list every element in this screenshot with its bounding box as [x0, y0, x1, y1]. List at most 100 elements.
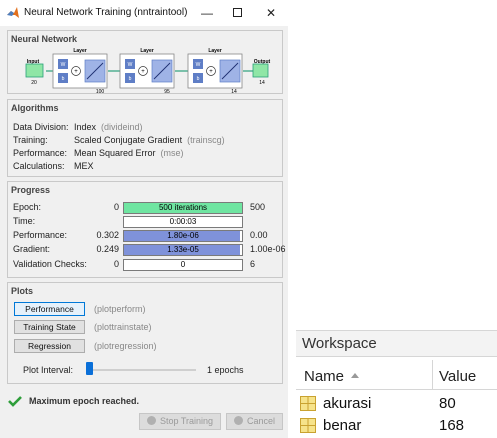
status-message: Maximum epoch reached. — [29, 396, 140, 406]
progress-bar: 0 — [123, 259, 243, 271]
progress-start-value: 0 — [113, 259, 119, 269]
plot-interval-label: Plot Interval: — [23, 365, 74, 375]
algorithm-function: (trainscg) — [187, 135, 225, 145]
workspace-row-benar[interactable]: benar 168 — [296, 415, 497, 436]
progress-label: Time: — [13, 216, 36, 226]
progress-bar: 1.33e-05 — [123, 244, 243, 256]
minimize-button[interactable]: — — [196, 3, 218, 23]
workspace-title: Workspace — [302, 335, 377, 352]
progress-current-value: 500 iterations — [158, 203, 208, 212]
layer-2: Layer W b + 95 — [119, 48, 175, 95]
algorithm-label: Performance: — [13, 148, 68, 158]
algorithm-label: Training: — [13, 135, 48, 145]
variable-name: benar — [323, 417, 362, 434]
progress-row-epoch: Epoch: 0 500 iterations 500 — [13, 202, 281, 214]
plot-regression-button[interactable]: Regression — [14, 339, 85, 353]
column-header-name[interactable]: Name — [304, 368, 344, 385]
progress-current-value: 1.80e-06 — [167, 231, 199, 240]
layer-2-label: Layer — [140, 48, 153, 54]
layer-2-sum: + — [141, 69, 145, 75]
maximize-icon — [232, 8, 242, 17]
layer-1-weight: W — [61, 62, 66, 68]
layer-2-bias: b — [129, 76, 132, 82]
plot-performance-function: (plotperform) — [94, 304, 146, 314]
progress-end-value: 0.00 — [250, 230, 268, 240]
plots-panel: Plots Performance (plotperform) Training… — [7, 282, 283, 384]
layer-3: Layer W b + 14 — [187, 48, 243, 95]
progress-label: Epoch: — [13, 202, 42, 212]
output-node: Output 14 — [252, 59, 271, 86]
progress-start-value: 0.249 — [96, 244, 119, 254]
cancel-label: Cancel — [247, 416, 276, 426]
sort-ascending-icon[interactable] — [351, 373, 359, 378]
input-node: Input 20 — [25, 59, 44, 86]
progress-label: Validation Checks: — [13, 259, 87, 269]
nntraintool-window: Neural Network Training (nntraintool) — … — [0, 0, 288, 438]
maximize-button[interactable] — [226, 3, 248, 23]
variable-array-icon — [300, 418, 316, 433]
plot-regression-function: (plotregression) — [94, 341, 157, 351]
algorithm-value: Scaled Conjugate Gradient (trainscg) — [74, 135, 225, 145]
column-header-value[interactable]: Value — [439, 368, 476, 385]
variable-array-icon — [300, 396, 316, 411]
progress-panel: Progress Epoch: 0 500 iterations 500 Time: 0:… — [7, 181, 286, 278]
progress-current-value: 1.33e-05 — [167, 245, 199, 254]
progress-label: Gradient: — [13, 244, 51, 254]
stop-training-button[interactable]: Stop Training — [139, 413, 221, 430]
algorithm-value-text: Index — [74, 122, 97, 132]
checkmark-icon — [8, 396, 22, 407]
layer-3-sum: + — [209, 69, 213, 75]
plot-interval-slider-track[interactable] — [86, 369, 196, 371]
layer-3-label: Layer — [208, 48, 221, 54]
progress-row-validation-checks: Validation Checks: 0 0 6 — [13, 259, 281, 271]
algorithms-title: Algorithms — [11, 103, 59, 113]
plot-interval-value: 1 epochs — [207, 365, 244, 375]
layer-1-sum: + — [74, 69, 78, 75]
algorithms-panel: Algorithms Data Division: Index (dividein… — [7, 99, 283, 177]
layer-1: Layer W b + 100 — [52, 48, 108, 95]
algorithm-value-text: Scaled Conjugate Gradient — [74, 135, 183, 145]
variable-name: akurasi — [323, 395, 372, 412]
workspace-header: Workspace — [296, 330, 497, 357]
algorithm-function: (mse) — [160, 148, 184, 158]
progress-current-value: 0:00:03 — [169, 217, 197, 226]
variable-value: 80 — [439, 395, 456, 412]
algorithm-value-text: MEX — [74, 161, 94, 171]
layer-3-bias: b — [197, 76, 200, 82]
workspace-row-akurasi[interactable]: akurasi 80 — [296, 393, 497, 414]
progress-start-value: 0.302 — [96, 230, 119, 240]
algorithm-label: Calculations: — [13, 161, 65, 171]
plot-training-state-button[interactable]: Training State — [14, 320, 85, 334]
plots-title: Plots — [11, 286, 34, 296]
plot-interval-slider-thumb[interactable] — [86, 362, 93, 375]
output-size: 14 — [259, 80, 265, 86]
title-bar: Neural Network Training (nntraintool) — … — [0, 0, 288, 26]
column-divider[interactable] — [432, 360, 433, 390]
algorithm-value: MEX — [74, 161, 94, 171]
algorithm-value: Mean Squared Error (mse) — [74, 148, 184, 158]
progress-end-value: 6 — [250, 259, 256, 269]
stop-icon — [147, 416, 156, 425]
layer-2-size: 95 — [164, 89, 170, 95]
progress-bar: 500 iterations — [123, 202, 243, 214]
layer-3-weight: W — [196, 62, 201, 68]
cancel-button[interactable]: Cancel — [226, 413, 283, 430]
layer-2-weight: W — [128, 62, 133, 68]
progress-current-value: 0 — [180, 260, 186, 269]
layer-1-label: Layer — [73, 48, 86, 54]
layer-1-bias: b — [62, 76, 65, 82]
progress-row-gradient: Gradient: 0.249 1.33e-05 1.00e-06 — [13, 244, 286, 256]
progress-label: Performance: — [13, 230, 68, 240]
progress-end-value: 500 — [250, 202, 266, 212]
cancel-icon — [234, 416, 243, 425]
input-size: 20 — [31, 80, 37, 86]
progress-row-time: Time: 0:00:03 — [13, 216, 281, 228]
plot-performance-button[interactable]: Performance — [14, 302, 85, 316]
variable-value: 168 — [439, 417, 465, 434]
algorithm-label: Data Division: — [13, 122, 69, 132]
close-button[interactable]: ✕ — [260, 3, 282, 23]
progress-start-value: 0 — [113, 202, 119, 212]
progress-row-performance: Performance: 0.302 1.80e-06 0.00 — [13, 230, 281, 242]
progress-end-value: 1.00e-06 — [250, 244, 286, 254]
workspace-panel: Workspace Name Value akurasi 80 benar 16… — [296, 330, 497, 438]
